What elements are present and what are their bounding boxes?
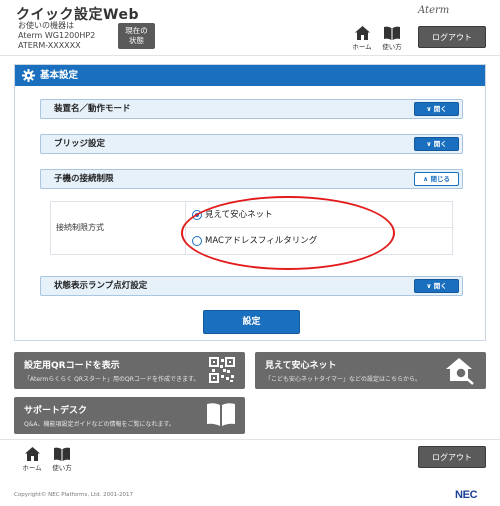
open-button[interactable]: ∨ 開く: [414, 137, 459, 151]
tile-mieteanshin[interactable]: 見えて安心ネット 「こども安心ネットタイマー」などの設定はこちらから。: [255, 352, 486, 389]
open-button[interactable]: ∨ 開く: [414, 279, 459, 293]
footer-divider: [0, 439, 500, 440]
help-nav-button[interactable]: 使い方: [378, 26, 406, 56]
device-model: Aterm WG1200HP2: [18, 31, 96, 40]
tile-desc: 「こども安心ネットタイマー」などの設定はこちらから。: [265, 376, 422, 383]
tile-title: サポートデスク: [24, 406, 88, 416]
radio-option-mac-filter[interactable]: MACアドレスフィルタリング: [186, 228, 454, 254]
section-device-name-mode[interactable]: 装置名／動作モード ∨ 開く: [40, 99, 463, 119]
current-status-button[interactable]: 現在の 状態: [118, 23, 155, 49]
section-label: 状態表示ランプ点灯設定: [54, 281, 148, 291]
book-icon: [207, 403, 235, 426]
section-status-lamp[interactable]: 状態表示ランプ点灯設定 ∨ 開く: [40, 276, 463, 296]
footer-home-label: ホーム: [22, 464, 42, 472]
copyright: Copyright© NEC Platforms, Ltd. 2001-2017: [14, 492, 134, 498]
logout-button[interactable]: ログアウト: [418, 26, 486, 48]
tile-support-desk[interactable]: サポートデスク Q&A、機能項設定ガイドなどの情報をご覧になれます。: [14, 397, 245, 434]
tile-desc: Q&A、機能項設定ガイドなどの情報をご覧になれます。: [24, 421, 175, 428]
radio-unselected-icon[interactable]: [192, 236, 202, 246]
section-label: 子機の接続制限: [54, 174, 114, 184]
close-button[interactable]: ∧ 閉じる: [414, 172, 459, 186]
panel-title: 基本設定: [40, 70, 79, 81]
home-nav-label: ホーム: [352, 43, 372, 51]
book-icon: [54, 447, 70, 461]
tile-desc: 「Atermらくらく QRスタート」用のQRコードを作成できます。: [24, 376, 200, 383]
restriction-method-field: 接続制限方式 見えて安心ネット MACアドレスフィルタリング: [50, 201, 454, 255]
section-label: ブリッジ設定: [54, 139, 106, 149]
footer-logout-button[interactable]: ログアウト: [418, 446, 486, 468]
tile-title: 見えて安心ネット: [265, 361, 337, 371]
home-icon: [354, 26, 370, 40]
radio-group: 見えて安心ネット MACアドレスフィルタリング: [185, 202, 454, 254]
header: クイック設定Web お使いの機器は Aterm WG1200HP2 ATERM-…: [0, 0, 500, 56]
qr-code-icon: [209, 357, 235, 383]
field-label: 接続制限方式: [56, 223, 104, 232]
section-bridge[interactable]: ブリッジ設定 ∨ 開く: [40, 134, 463, 154]
tile-qr-code[interactable]: 設定用QRコードを表示 「Atermらくらく QRスタート」用のQRコードを作成…: [14, 352, 245, 389]
home-search-icon: [446, 358, 474, 385]
basic-settings-panel: 基本設定 装置名／動作モード ∨ 開く ブリッジ設定 ∨ 開く 子機の接続制限 …: [14, 64, 486, 341]
radio-label: 見えて安心ネット: [205, 210, 273, 220]
nec-logo: NEC: [455, 489, 478, 501]
footer-help-button[interactable]: 使い方: [48, 447, 76, 477]
section-label: 装置名／動作モード: [54, 104, 131, 114]
device-info: お使いの機器は Aterm WG1200HP2 ATERM-XXXXXX: [18, 21, 95, 51]
tile-title: 設定用QRコードを表示: [24, 361, 120, 371]
gear-icon: [22, 69, 35, 82]
book-icon: [384, 26, 400, 40]
home-nav-button[interactable]: ホーム: [348, 26, 376, 56]
submit-button[interactable]: 設定: [203, 310, 300, 334]
footer-help-label: 使い方: [52, 464, 72, 472]
footer-home-button[interactable]: ホーム: [18, 447, 46, 477]
radio-selected-icon[interactable]: [192, 210, 202, 220]
device-caption: お使いの機器は: [18, 21, 74, 30]
aterm-logo: Aterm: [418, 5, 450, 16]
open-button[interactable]: ∨ 開く: [414, 102, 459, 116]
radio-option-mieteanshin[interactable]: 見えて安心ネット: [186, 202, 454, 228]
help-nav-label: 使い方: [382, 43, 402, 51]
home-icon: [24, 447, 40, 461]
section-client-restriction[interactable]: 子機の接続制限 ∧ 閉じる: [40, 169, 463, 189]
panel-header: 基本設定: [15, 65, 485, 86]
device-ssid: ATERM-XXXXXX: [18, 41, 81, 50]
radio-label: MACアドレスフィルタリング: [205, 236, 318, 246]
